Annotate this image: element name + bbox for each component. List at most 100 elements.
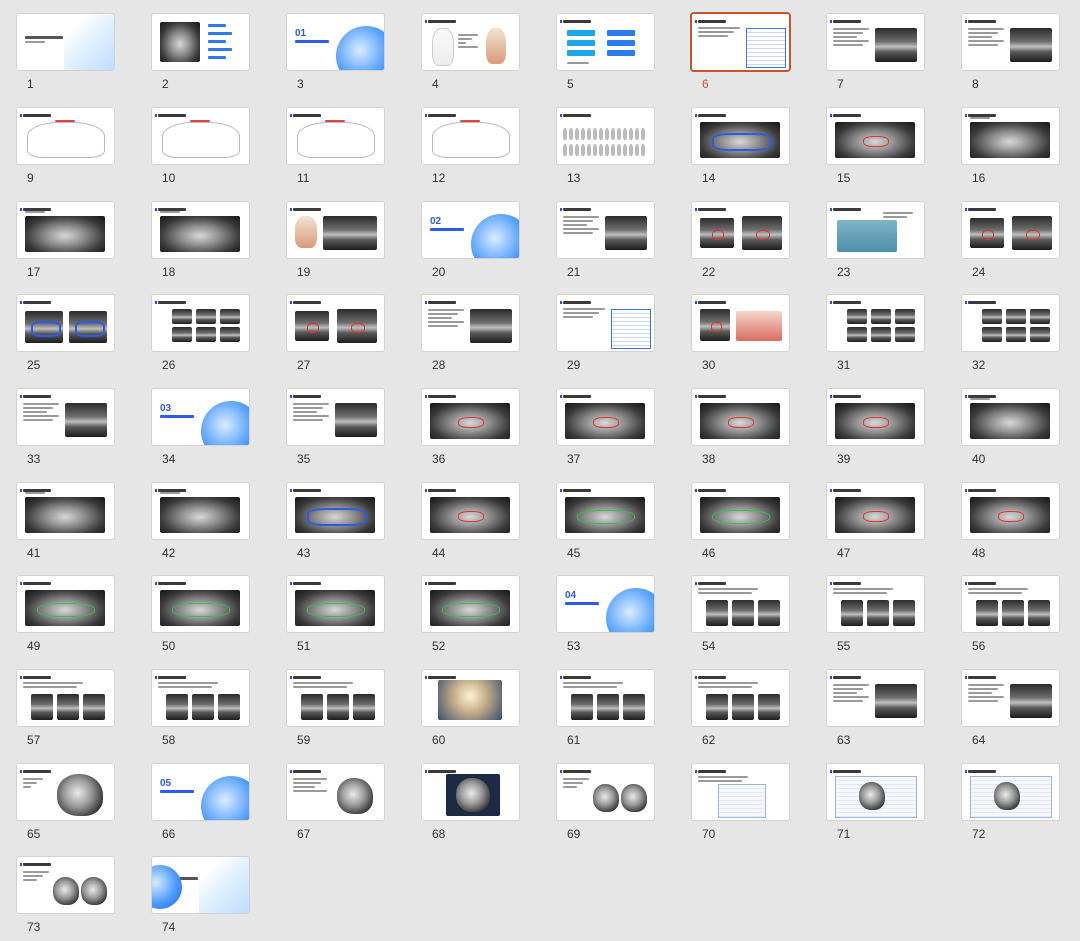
slide-thumbnail[interactable] [422,14,519,70]
thumb-xray-image [847,309,867,324]
slide-thumbnail[interactable] [692,670,789,726]
slide-thumbnail[interactable] [287,764,384,820]
slide-thumbnail[interactable] [422,389,519,445]
slide-thumbnail[interactable] [557,108,654,164]
slide-thumbnail[interactable] [557,670,654,726]
slide-thumbnail[interactable]: 03 [152,389,249,445]
thumb-jaw-diagram [27,122,105,158]
slide-thumbnail[interactable] [422,576,519,632]
slide-thumbnail[interactable] [692,14,789,70]
slide-thumbnail[interactable] [422,670,519,726]
slide-thumbnail[interactable] [557,764,654,820]
slide-thumbnail[interactable] [287,576,384,632]
slide-thumbnail[interactable] [287,202,384,258]
slide-thumbnail[interactable] [962,202,1059,258]
slide-thumbnail[interactable] [962,389,1059,445]
slide-thumbnail[interactable] [557,14,654,70]
slide-thumbnail[interactable] [152,295,249,351]
thumb-text-line [833,28,869,30]
slide-thumbnail[interactable] [692,108,789,164]
slide-thumbnail[interactable] [827,576,924,632]
thumb-ct-slice [597,694,619,720]
slide-thumbnail[interactable] [557,389,654,445]
slide-thumbnail[interactable] [692,389,789,445]
slide-thumbnail[interactable] [557,202,654,258]
slide-thumbnail[interactable] [962,576,1059,632]
slide-thumbnail[interactable] [962,764,1059,820]
thumb-tooth-illustration [295,216,317,248]
slide-thumbnail[interactable] [17,14,114,70]
slide-thumbnail[interactable] [287,670,384,726]
slide-thumbnail[interactable] [827,483,924,539]
slide-thumbnail[interactable] [962,483,1059,539]
slide-thumbnail[interactable] [17,764,114,820]
thumb-title-bar [20,582,51,585]
slide-thumbnail[interactable] [287,108,384,164]
slide-thumbnail[interactable] [17,202,114,258]
slide-thumbnail[interactable] [152,576,249,632]
slide-thumbnail[interactable] [962,108,1059,164]
slide-thumbnail[interactable]: 01 [287,14,384,70]
slide-thumbnail[interactable] [152,14,249,70]
slide-thumbnail[interactable] [152,670,249,726]
thumb-text-line [698,780,742,782]
thumb-text-line [23,411,47,413]
slide-thumbnail[interactable] [17,576,114,632]
slide-thumbnail[interactable] [17,483,114,539]
slide-thumbnail[interactable] [692,202,789,258]
slide-thumbnail[interactable] [827,389,924,445]
slide-thumbnail[interactable]: 04 [557,576,654,632]
slide-thumbnail[interactable] [557,483,654,539]
thumb-text-line [23,407,53,409]
slide-thumbnail[interactable] [422,295,519,351]
slide-thumbnail[interactable] [287,483,384,539]
thumb-skull-xray [53,877,79,905]
slide-thumbnail[interactable] [422,483,519,539]
slide-thumbnail[interactable] [827,202,924,258]
slide-thumbnail[interactable] [287,389,384,445]
thumb-title-bar [425,395,456,398]
slide-thumbnail[interactable] [557,295,654,351]
slide-thumbnail[interactable] [827,295,924,351]
slide-thumbnail[interactable] [17,108,114,164]
slide-thumbnail[interactable] [962,14,1059,70]
slide-thumbnail[interactable] [962,670,1059,726]
thumb-xray-image [875,684,917,718]
slide-thumbnail[interactable] [692,295,789,351]
slide-thumbnail[interactable] [962,295,1059,351]
thumb-panoramic-xray [970,497,1050,533]
slide-thumbnail[interactable] [692,764,789,820]
slide-thumbnail[interactable] [152,857,249,913]
slide-thumbnail[interactable] [17,670,114,726]
slide-thumbnail[interactable] [152,483,249,539]
thumb-tooth [611,128,615,140]
thumb-ct-slice [706,694,728,720]
slide-thumbnail[interactable] [827,764,924,820]
slide-thumbnail[interactable] [692,483,789,539]
slide-thumbnail[interactable] [422,764,519,820]
thumb-text-line [968,36,992,38]
thumb-ct-slice [623,694,645,720]
thumb-tooth [635,128,639,140]
slide-thumbnail[interactable]: 05 [152,764,249,820]
slide-thumbnail[interactable] [827,670,924,726]
thumb-panoramic-xray [430,403,510,439]
slide-thumbnail[interactable] [287,295,384,351]
thumb-tooth [629,144,633,156]
thumb-tooth [563,144,567,156]
slide-thumbnail[interactable] [17,857,114,913]
slide-thumbnail[interactable] [17,389,114,445]
slide-thumbnail[interactable]: 02 [422,202,519,258]
slide-number: 66 [162,827,176,841]
slide-thumbnail[interactable] [17,295,114,351]
slide-thumbnail[interactable] [152,108,249,164]
slide-thumbnail[interactable] [827,108,924,164]
slide-thumbnail[interactable] [422,108,519,164]
slide-thumbnail[interactable] [827,14,924,70]
thumb-panoramic-xray [25,590,105,626]
thumb-title-bar [155,582,186,585]
slide-thumbnail[interactable] [692,576,789,632]
thumb-title-bar [20,863,51,866]
slide-thumbnail[interactable] [152,202,249,258]
slide-number: 31 [837,358,851,372]
